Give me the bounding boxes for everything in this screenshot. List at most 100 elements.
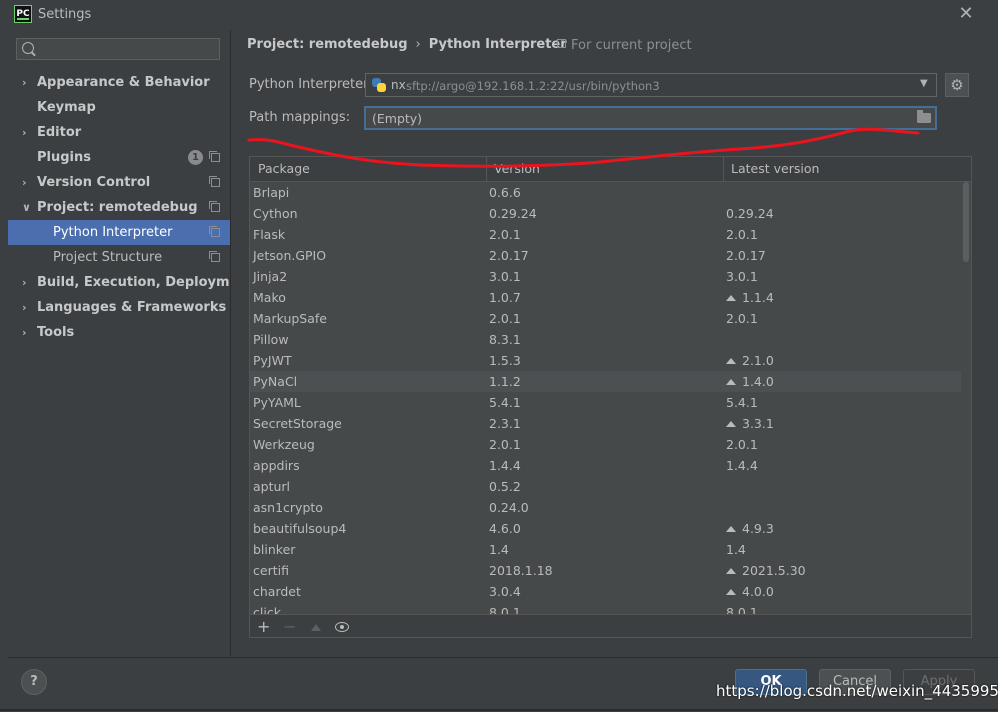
sidebar-item[interactable]: › Languages & Frameworks	[8, 295, 230, 320]
eye-icon[interactable]	[335, 622, 349, 632]
sidebar-item-label: Build, Execution, Deployment	[37, 275, 254, 290]
upgrade-available-icon	[726, 358, 736, 364]
remove-package-button[interactable]: −	[283, 617, 296, 636]
sidebar-item[interactable]: › Appearance & Behavior	[8, 70, 230, 95]
column-header-package[interactable]: Package	[258, 161, 310, 176]
sidebar-item[interactable]: › Tools	[8, 320, 230, 345]
package-version: 3.0.1	[489, 269, 521, 284]
package-version: 8.3.1	[489, 332, 521, 347]
sidebar-item[interactable]: Plugins 1	[8, 145, 230, 170]
table-row[interactable]: appdirs 1.4.4 1.4.4	[250, 455, 961, 476]
package-name: PyJWT	[253, 353, 292, 368]
table-row[interactable]: asn1crypto 0.24.0	[250, 497, 961, 518]
pycharm-logo-icon: PC	[14, 5, 32, 23]
latest-version-text: 4.0.0	[742, 584, 774, 599]
package-name: chardet	[253, 584, 301, 599]
settings-sidebar: › Appearance & Behavior Keymap › Editor Plugi…	[8, 30, 254, 656]
table-row[interactable]: chardet 3.0.4 4.0.0	[250, 581, 961, 602]
chevron-down-icon[interactable]: ∨	[22, 195, 32, 220]
table-row[interactable]: PyJWT 1.5.3 2.1.0	[250, 350, 961, 371]
title-bar: PC Settings ✕	[0, 0, 998, 30]
package-version: 2.0.17	[489, 248, 529, 263]
table-row[interactable]: Cython 0.29.24 0.29.24	[250, 203, 961, 224]
watermark-text: https://blog.csdn.net/weixin_44359953	[716, 682, 998, 700]
table-row[interactable]: Mako 1.0.7 1.1.4	[250, 287, 961, 308]
latest-version-text: 3.3.1	[742, 416, 774, 431]
sidebar-item[interactable]: › Build, Execution, Deployment	[8, 270, 254, 295]
package-latest-version: 2.0.1	[726, 224, 758, 245]
interpreter-path: sftp://argo@192.168.1.2:22/usr/bin/pytho…	[406, 79, 660, 93]
table-body: Brlapi 0.6.6 Cython 0.29.24 0.29.24 Flask 2.0.…	[250, 182, 961, 614]
package-name: appdirs	[253, 458, 300, 473]
upgrade-available-icon	[726, 526, 736, 532]
chevron-right-icon[interactable]: ›	[22, 320, 32, 345]
sidebar-item[interactable]: Python Interpreter	[8, 220, 230, 245]
table-row[interactable]: Jetson.GPIO 2.0.17 2.0.17	[250, 245, 961, 266]
table-row[interactable]: beautifulsoup4 4.6.0 4.9.3	[250, 518, 961, 539]
table-row[interactable]: Pillow 8.3.1	[250, 329, 961, 350]
table-row[interactable]: click 8.0.1 8.0.1	[250, 602, 961, 614]
table-row[interactable]: certifi 2018.1.18 2021.5.30	[250, 560, 961, 581]
table-row[interactable]: MarkupSafe 2.0.1 2.0.1	[250, 308, 961, 329]
chevron-right-icon[interactable]: ›	[22, 270, 32, 295]
help-button[interactable]: ?	[21, 669, 47, 695]
latest-version-text: 4.9.3	[742, 521, 774, 536]
sidebar-item-label: Editor	[37, 125, 82, 140]
package-version: 0.29.24	[489, 206, 537, 221]
package-version: 8.0.1	[489, 605, 521, 614]
package-latest-version: 1.4	[726, 539, 746, 560]
sidebar-item-label: Appearance & Behavior	[37, 75, 210, 90]
package-latest-version: 8.0.1	[726, 602, 758, 614]
chevron-right-icon[interactable]: ›	[22, 70, 32, 95]
table-row[interactable]: PyNaCl 1.1.2 1.4.0	[250, 371, 961, 392]
column-header-latest-version[interactable]: Latest version	[731, 161, 819, 176]
package-name: beautifulsoup4	[253, 521, 347, 536]
sidebar-item-label: Keymap	[37, 100, 96, 115]
sidebar-item-label: Project: remotedebug	[37, 200, 198, 215]
sidebar-item[interactable]: › Version Control	[8, 170, 230, 195]
chevron-right-icon[interactable]: ›	[22, 170, 32, 195]
package-name: Cython	[253, 206, 298, 221]
vertical-scrollbar[interactable]	[961, 182, 971, 614]
sidebar-item[interactable]: ∨ Project: remotedebug	[8, 195, 230, 220]
chevron-right-icon[interactable]: ›	[22, 295, 32, 320]
table-row[interactable]: Werkzeug 2.0.1 2.0.1	[250, 434, 961, 455]
search-input[interactable]	[16, 38, 220, 60]
project-scope-icon	[209, 176, 220, 187]
upgrade-available-icon	[726, 568, 736, 574]
sidebar-item-label: Version Control	[37, 175, 151, 190]
sidebar-item[interactable]: Keymap	[8, 95, 230, 120]
table-row[interactable]: Brlapi 0.6.6	[250, 182, 961, 203]
gear-icon[interactable]: ⚙	[945, 73, 969, 97]
chevron-right-icon[interactable]: ›	[22, 120, 32, 145]
package-latest-version: 0.29.24	[726, 203, 774, 224]
add-package-button[interactable]: +	[257, 617, 270, 636]
package-version: 2.0.1	[489, 311, 521, 326]
close-icon[interactable]: ✕	[956, 3, 976, 25]
table-row[interactable]: SecretStorage 2.3.1 3.3.1	[250, 413, 961, 434]
column-header-version[interactable]: Version	[494, 161, 540, 176]
package-name: Flask	[253, 227, 286, 242]
scrollbar-thumb[interactable]	[963, 182, 969, 262]
table-row[interactable]: Flask 2.0.1 2.0.1	[250, 224, 961, 245]
sidebar-item[interactable]: Project Structure	[8, 245, 230, 270]
package-version: 3.0.4	[489, 584, 521, 599]
interpreter-dropdown[interactable]: nx sftp://argo@192.168.1.2:22/usr/bin/py…	[365, 73, 937, 97]
table-row[interactable]: Jinja2 3.0.1 3.0.1	[250, 266, 961, 287]
upgrade-package-icon[interactable]	[311, 624, 321, 631]
table-row[interactable]: PyYAML 5.4.1 5.4.1	[250, 392, 961, 413]
package-version: 2.0.1	[489, 227, 521, 242]
package-latest-version: 3.3.1	[726, 413, 774, 434]
table-row[interactable]: apturl 0.5.2	[250, 476, 961, 497]
sidebar-item[interactable]: › Editor	[8, 120, 230, 145]
package-version: 1.0.7	[489, 290, 521, 305]
interpreter-name: nx	[391, 78, 406, 92]
package-name: Jetson.GPIO	[253, 248, 327, 263]
package-latest-version: 2.0.1	[726, 434, 758, 455]
folder-icon[interactable]	[917, 110, 931, 123]
table-row[interactable]: blinker 1.4 1.4	[250, 539, 961, 560]
path-mappings-field[interactable]: (Empty)	[364, 106, 937, 130]
breadcrumb-parent[interactable]: Project: remotedebug	[247, 37, 408, 52]
project-scope-icon	[209, 251, 220, 262]
breadcrumb: Project: remotedebug › Python Interpreter	[247, 37, 567, 52]
